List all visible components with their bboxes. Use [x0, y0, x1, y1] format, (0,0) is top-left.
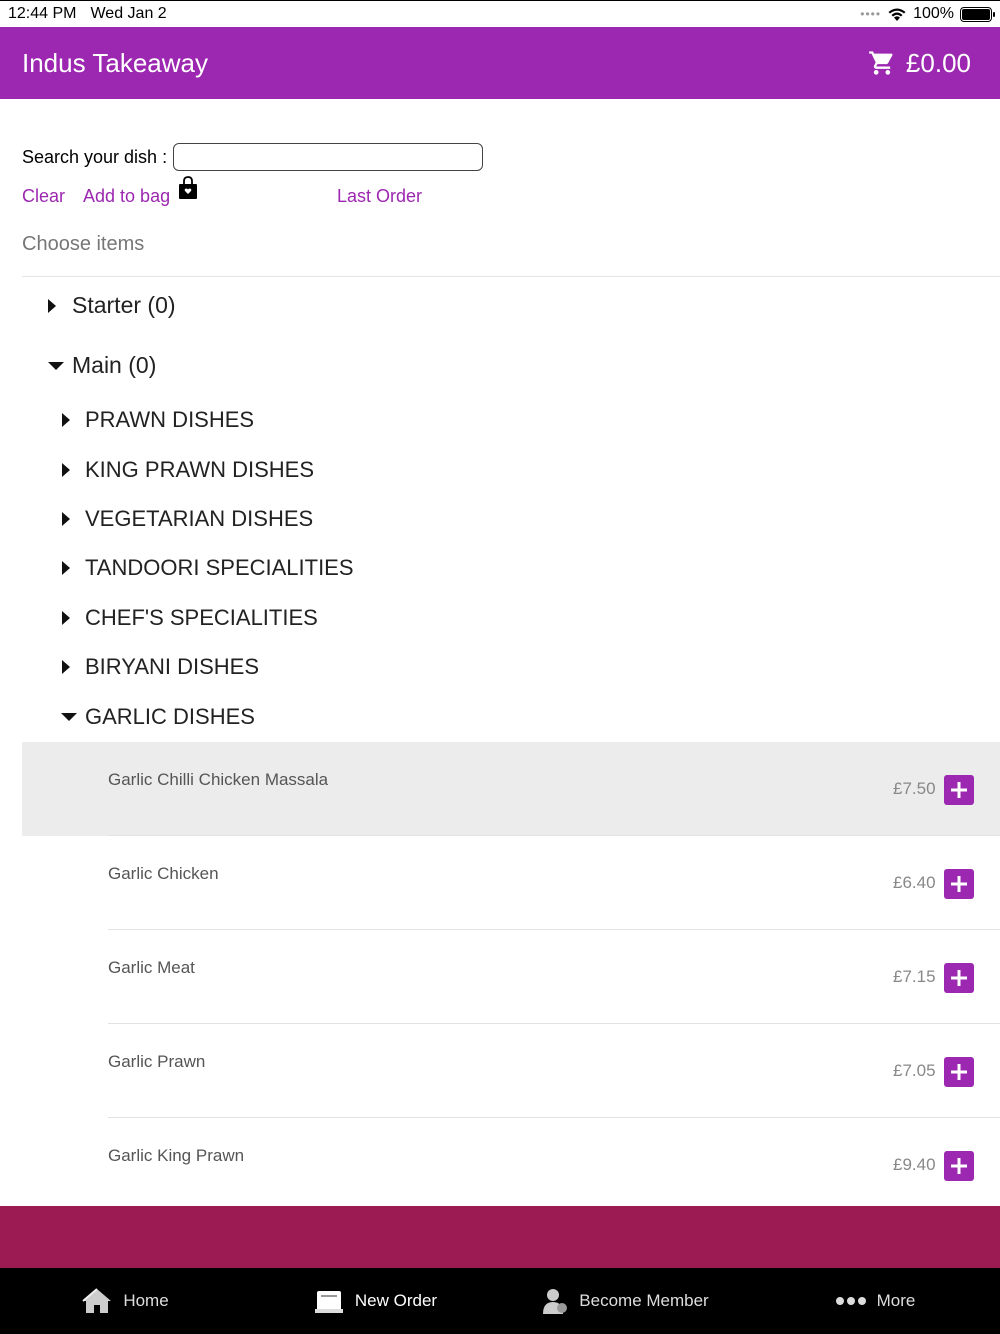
dish-name: Garlic Chicken [108, 864, 219, 883]
caret-right-icon [62, 512, 70, 526]
tab-more[interactable]: More [750, 1268, 1000, 1334]
tab-home[interactable]: Home [0, 1268, 250, 1334]
dish-price: £6.40 [893, 873, 936, 892]
subcategory-vegetarian-dishes[interactable]: VEGETARIAN DISHES [62, 506, 313, 532]
plus-icon [951, 970, 967, 986]
more-icon [835, 1297, 866, 1305]
dish-row[interactable]: Garlic King Prawn £9.40 [22, 1118, 1000, 1212]
dish-name: Garlic Prawn [108, 1052, 206, 1071]
search-input[interactable] [173, 143, 484, 171]
app-header: Indus Takeaway £0.00 [0, 27, 1000, 99]
caret-right-icon [62, 413, 70, 427]
tab-become-member[interactable]: Become Member [500, 1268, 750, 1334]
cart-button[interactable]: £0.00 [868, 48, 978, 79]
category-label: Starter (0) [72, 292, 176, 318]
dish-price: £7.05 [893, 1061, 936, 1080]
add-dish-button[interactable] [944, 775, 974, 805]
dish-name: Garlic King Prawn [108, 1146, 245, 1165]
plus-icon [951, 1064, 967, 1080]
home-icon [82, 1288, 112, 1313]
choose-items-label: Choose items [22, 233, 145, 255]
search-label: Search your dish : [22, 146, 168, 167]
dish-row[interactable]: Garlic Prawn £7.05 [22, 1024, 1000, 1118]
plus-icon [951, 782, 967, 798]
caret-right-icon [62, 660, 70, 674]
subcategory-label: CHEF'S SPECIALITIES [85, 605, 318, 630]
last-order-link[interactable]: Last Order [337, 186, 422, 207]
tab-bar: Home New Order Become Member More [0, 1268, 1000, 1334]
tab-label: More [876, 1291, 916, 1310]
subcategory-king-prawn-dishes[interactable]: KING PRAWN DISHES [62, 457, 314, 483]
caret-right-icon [62, 463, 70, 477]
subcategory-label: GARLIC DISHES [85, 704, 255, 729]
cart-icon [869, 51, 893, 75]
category-starter[interactable]: Starter (0) [48, 292, 176, 319]
wifi-icon [888, 8, 906, 21]
subcategory-label: PRAWN DISHES [85, 407, 255, 432]
tab-new-order[interactable]: New Order [250, 1268, 500, 1334]
tab-label: Home [123, 1291, 169, 1310]
subcategory-label: KING PRAWN DISHES [85, 457, 314, 482]
add-dish-button[interactable] [944, 869, 974, 899]
subcategory-chefs-specialities[interactable]: CHEF'S SPECIALITIES [62, 605, 318, 631]
status-date: Wed Jan 2 [90, 5, 167, 22]
add-dish-button[interactable] [944, 963, 974, 993]
dish-row[interactable]: Garlic Chicken £6.40 [22, 836, 1000, 930]
app-title: Indus Takeaway [22, 47, 208, 78]
subcategory-biryani-dishes[interactable]: BIRYANI DISHES [62, 654, 259, 680]
status-right: •••• 100% [860, 5, 995, 23]
category-main[interactable]: Main (0) [48, 352, 156, 379]
subcategory-prawn-dishes[interactable]: PRAWN DISHES [62, 407, 254, 433]
add-dish-button[interactable] [944, 1151, 974, 1181]
plus-icon [951, 1158, 967, 1174]
plus-icon [951, 876, 967, 892]
action-links: Clear Add to bag Last Order [22, 176, 422, 208]
dish-row[interactable]: Garlic Chilli Chicken Massala £7.50 [22, 742, 1000, 836]
dish-price: £9.40 [893, 1155, 936, 1174]
dish-price: £7.50 [893, 779, 936, 798]
subcategory-label: VEGETARIAN DISHES [85, 506, 314, 531]
battery-icon [960, 6, 995, 22]
dish-row[interactable]: Garlic Meat £7.15 [22, 930, 1000, 1024]
caret-right-icon [62, 561, 70, 575]
add-to-bag-link[interactable]: Add to bag [83, 186, 170, 207]
footer-band [0, 1206, 1000, 1268]
cart-total: £0.00 [905, 47, 971, 78]
add-dish-button[interactable] [944, 1057, 974, 1087]
caret-right-icon [62, 611, 70, 625]
status-bar: 12:44 PM Wed Jan 2 •••• 100% [0, 0, 1000, 27]
subcategory-label: TANDOORI SPECIALITIES [85, 555, 354, 580]
dish-price: £7.15 [893, 967, 936, 986]
status-time: 12:44 PM [8, 5, 77, 22]
subcategory-garlic-dishes[interactable]: GARLIC DISHES [61, 704, 255, 730]
category-label: Main (0) [72, 352, 157, 378]
new-order-icon [314, 1291, 343, 1313]
divider [22, 276, 1000, 277]
caret-down-icon [61, 713, 77, 721]
subcategory-tandoori-specialities[interactable]: TANDOORI SPECIALITIES [62, 555, 354, 581]
search-row: Search your dish : [22, 143, 484, 171]
tab-label: Become Member [579, 1291, 709, 1310]
signal-icon: •••• [860, 7, 882, 21]
dish-name: Garlic Meat [108, 958, 195, 977]
caret-right-icon [48, 298, 56, 313]
dish-name: Garlic Chilli Chicken Massala [108, 770, 329, 789]
subcategory-label: BIRYANI DISHES [85, 654, 260, 679]
clear-link[interactable]: Clear [22, 186, 65, 207]
caret-down-icon [48, 361, 64, 370]
battery-percent: 100% [913, 5, 954, 22]
tab-label: New Order [354, 1291, 438, 1310]
bag-icon[interactable] [178, 176, 198, 200]
member-icon [543, 1289, 568, 1314]
